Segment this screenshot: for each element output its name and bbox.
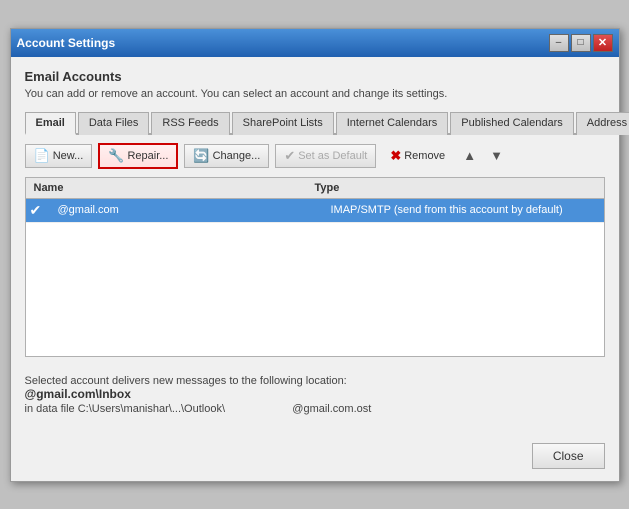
- new-label: New...: [53, 150, 84, 162]
- window-title: Account Settings: [17, 36, 116, 50]
- footer-ost-text: @gmail.com.ost: [292, 403, 371, 415]
- repair-button[interactable]: 🔧 Repair...: [98, 143, 178, 169]
- new-button[interactable]: 📄 New...: [25, 144, 93, 168]
- account-type: IMAP/SMTP (send from this account by def…: [327, 204, 600, 216]
- footer-path-text: in data file C:\Users\manishar\...\Outlo…: [25, 403, 226, 415]
- account-settings-dialog: Account Settings – □ ✕ Email Accounts Yo…: [10, 28, 620, 482]
- set-default-label: Set as Default: [298, 150, 367, 162]
- set-default-icon: ✔: [284, 148, 295, 164]
- tab-address-books[interactable]: Address Books: [576, 112, 629, 135]
- account-toolbar: 📄 New... 🔧 Repair... 🔄 Change... ✔ Set a…: [25, 143, 605, 169]
- tab-email[interactable]: Email: [25, 112, 76, 135]
- window-close-button[interactable]: ✕: [593, 34, 613, 52]
- footer-info-text: Selected account delivers new messages t…: [25, 375, 605, 387]
- new-icon: 📄: [34, 148, 50, 164]
- account-check-icon: ✔: [30, 202, 54, 219]
- tab-published-calendars[interactable]: Published Calendars: [450, 112, 574, 135]
- tab-rss-feeds[interactable]: RSS Feeds: [151, 112, 229, 135]
- tab-sharepoint-lists[interactable]: SharePoint Lists: [232, 112, 334, 135]
- section-title: Email Accounts: [25, 69, 605, 84]
- table-header: Name Type: [26, 178, 604, 199]
- move-up-button[interactable]: ▲: [459, 146, 480, 165]
- column-type: Type: [315, 182, 596, 194]
- column-name: Name: [34, 182, 315, 194]
- footer-path: in data file C:\Users\manishar\...\Outlo…: [25, 403, 605, 415]
- maximize-button[interactable]: □: [571, 34, 591, 52]
- remove-label: Remove: [404, 150, 445, 162]
- account-name: @gmail.com: [54, 204, 327, 216]
- tab-internet-calendars[interactable]: Internet Calendars: [336, 112, 449, 135]
- title-bar-buttons: – □ ✕: [549, 34, 613, 52]
- set-default-button[interactable]: ✔ Set as Default: [275, 144, 376, 168]
- remove-icon: ✖: [390, 148, 401, 164]
- footer-location: @gmail.com\Inbox: [25, 387, 605, 401]
- repair-icon: 🔧: [108, 148, 124, 164]
- move-down-button[interactable]: ▼: [486, 146, 507, 165]
- dialog-body: Email Accounts You can add or remove an …: [11, 57, 619, 435]
- tab-bar: Email Data Files RSS Feeds SharePoint Li…: [25, 110, 605, 135]
- tab-data-files[interactable]: Data Files: [78, 112, 150, 135]
- change-icon: 🔄: [193, 148, 209, 164]
- remove-button[interactable]: ✖ Remove: [382, 145, 453, 167]
- account-table: Name Type ✔ @gmail.com IMAP/SMTP (send f…: [25, 177, 605, 357]
- table-row[interactable]: ✔ @gmail.com IMAP/SMTP (send from this a…: [26, 199, 604, 223]
- section-description: You can add or remove an account. You ca…: [25, 88, 605, 100]
- bottom-buttons: Close: [11, 435, 619, 481]
- close-button[interactable]: Close: [532, 443, 605, 469]
- repair-label: Repair...: [127, 150, 168, 162]
- change-label: Change...: [213, 150, 261, 162]
- footer-info: Selected account delivers new messages t…: [25, 367, 605, 423]
- title-bar: Account Settings – □ ✕: [11, 29, 619, 57]
- minimize-button[interactable]: –: [549, 34, 569, 52]
- change-button[interactable]: 🔄 Change...: [184, 144, 269, 168]
